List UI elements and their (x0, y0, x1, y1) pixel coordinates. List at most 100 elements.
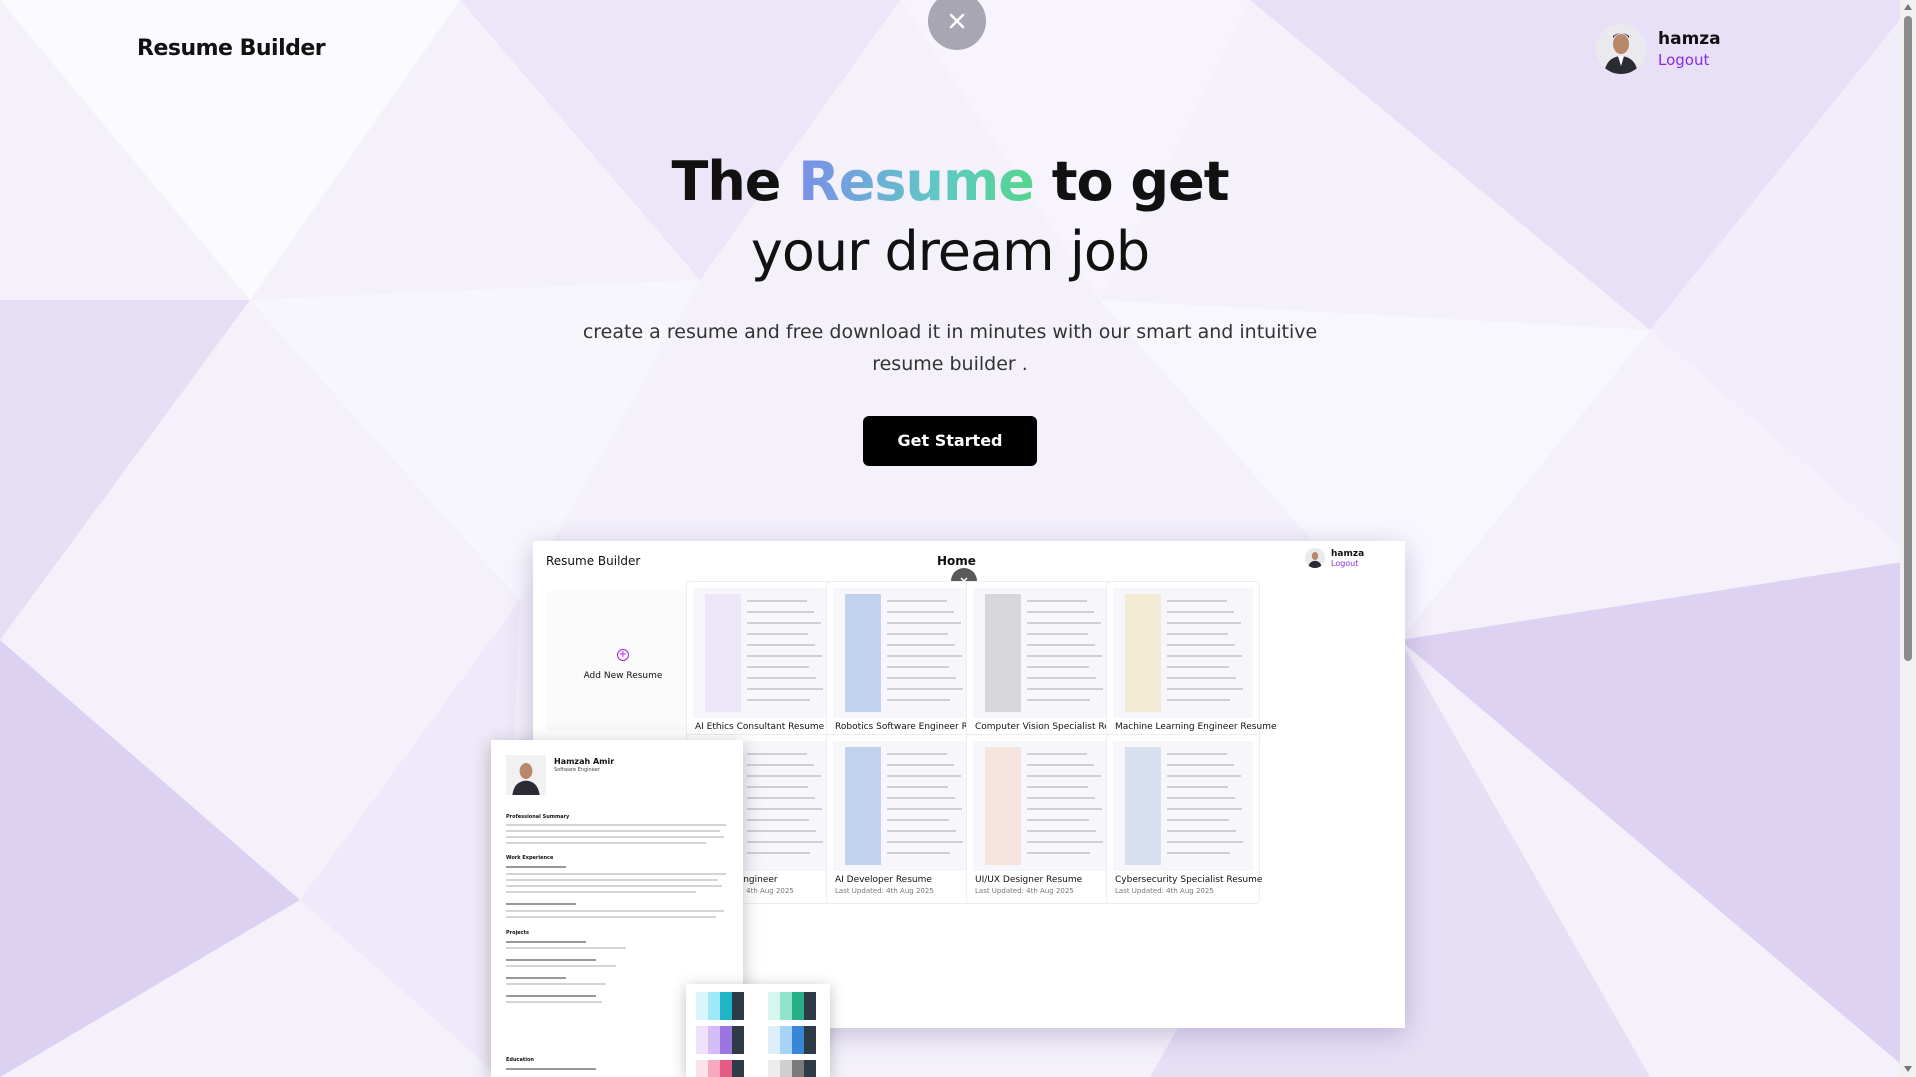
thumbnail-line (1027, 753, 1087, 755)
resume-card[interactable]: Machine Learning Engineer ResumeLast Upd… (1106, 581, 1277, 751)
thumbnail-line (887, 852, 950, 854)
thumbnail-line (747, 819, 809, 821)
user-avatar-icon (1305, 548, 1325, 568)
resume-thumbnail (1113, 588, 1253, 718)
swatch (696, 1060, 708, 1077)
swatch (708, 1026, 720, 1054)
resume-card[interactable]: Cybersecurity Specialist Resume Last Upda… (1106, 734, 1263, 904)
swatch (732, 1060, 744, 1077)
text-line (506, 959, 596, 961)
preview-user: hamza Logout (1305, 548, 1364, 568)
thumbnail-line (1027, 666, 1089, 668)
resume-section-education: Education (506, 1057, 534, 1063)
thumbnail-line (747, 830, 816, 832)
thumbnail-line (887, 841, 963, 843)
thumbnail-line (1167, 764, 1234, 766)
thumbnail-sidebar (985, 594, 1021, 712)
text-line (506, 891, 696, 893)
thumbnail-line (887, 753, 947, 755)
thumbnail-line (1167, 688, 1243, 690)
resume-thumbnail (833, 741, 973, 871)
thumbnail-line (1167, 808, 1242, 810)
thumbnail-line (747, 775, 821, 777)
text-line (506, 941, 586, 943)
hero-title-post: to get (1051, 150, 1230, 213)
user-avatar-icon (1596, 24, 1646, 74)
resume-card[interactable]: AI Developer Resume Last Updated: 4th Aug… (826, 734, 980, 904)
thumbnail-line (747, 611, 814, 613)
thumbnail-line (1027, 830, 1096, 832)
resume-thumbnail (693, 588, 833, 718)
preview-brand: Resume Builder (546, 554, 641, 568)
thumbnail-line (887, 644, 955, 646)
thumbnail-line (1167, 633, 1228, 635)
thumbnail-line (887, 622, 961, 624)
text-line (506, 910, 724, 912)
resume-role: Software Engineer (554, 767, 600, 773)
vertical-scrollbar[interactable] (1900, 0, 1916, 1077)
resume-card-date: Last Updated: 4th Aug 2025 (1115, 887, 1214, 895)
thumbnail-line (1167, 611, 1234, 613)
swatch (720, 1060, 732, 1077)
text-line (506, 903, 576, 905)
thumbnail-line (1027, 677, 1096, 679)
thumbnail-line (747, 699, 810, 701)
resume-card[interactable]: AI Ethics Consultant ResumeLast Updated:… (686, 581, 840, 751)
user-menu: hamza Logout (1596, 24, 1721, 74)
resume-card[interactable]: Robotics Software Engineer ResumeLast Up… (826, 581, 998, 751)
thumbnail-line (1027, 644, 1095, 646)
text-line (506, 947, 626, 949)
add-new-resume-card: + Add New Resume (546, 591, 700, 731)
swatch (720, 1026, 732, 1054)
text-line (506, 977, 566, 979)
text-line (506, 1001, 602, 1003)
resume-card[interactable]: UI/UX Designer Resume Last Updated: 4th A… (966, 734, 1120, 904)
scroll-down-icon[interactable] (1904, 1066, 1912, 1072)
hero-title-pre: The (671, 150, 781, 213)
text-line (506, 879, 718, 881)
thumbnail-line (1027, 611, 1094, 613)
text-line (506, 916, 716, 918)
thumbnail-line (1167, 699, 1230, 701)
text-line (506, 824, 726, 826)
thumbnail-line (1027, 633, 1088, 635)
thumbnail-line (747, 644, 815, 646)
thumbnail-sidebar (1125, 747, 1161, 865)
thumbnail-line (1027, 600, 1087, 602)
thumbnail-line (747, 764, 814, 766)
get-started-button[interactable]: Get Started (863, 416, 1037, 466)
swatch (732, 992, 744, 1020)
thumbnail-line (887, 786, 948, 788)
close-button[interactable] (928, 0, 986, 50)
top-navbar: Resume Builder hamza Logout (0, 0, 1900, 100)
thumbnail-line (887, 797, 955, 799)
hero-title: The Resume to get (0, 148, 1900, 216)
logout-link[interactable]: Logout (1658, 51, 1721, 69)
thumbnail-line (747, 841, 823, 843)
user-name: hamza (1658, 29, 1721, 49)
resume-card[interactable]: Computer Vision Specialist ResumeLast Up… (966, 581, 1134, 751)
avatar[interactable] (1596, 24, 1646, 74)
scroll-up-icon[interactable] (1904, 4, 1912, 10)
thumbnail-line (747, 655, 822, 657)
resume-card-title: Machine Learning Engineer Resume (1115, 722, 1277, 732)
swatch (792, 1026, 804, 1054)
thumbnail-sidebar (1125, 594, 1161, 712)
brand-logo[interactable]: Resume Builder (137, 36, 326, 61)
thumbnail-line (887, 699, 950, 701)
preview-nav-title: Home (937, 554, 976, 568)
thumbnail-line (1167, 775, 1241, 777)
thumbnail-line (1167, 786, 1228, 788)
text-line (506, 842, 706, 844)
text-line (506, 873, 726, 875)
resume-card-title: Cybersecurity Specialist Resume (1115, 875, 1263, 885)
thumbnail-line (747, 633, 808, 635)
thumbnail-line (1167, 841, 1243, 843)
text-line (506, 1068, 596, 1070)
color-palette-preview (686, 984, 830, 1077)
resume-card-title: AI Developer Resume (835, 875, 932, 885)
scrollbar-thumb[interactable] (1904, 16, 1912, 661)
swatch (780, 1026, 792, 1054)
thumbnail-sidebar (985, 747, 1021, 865)
thumbnail-line (887, 808, 962, 810)
